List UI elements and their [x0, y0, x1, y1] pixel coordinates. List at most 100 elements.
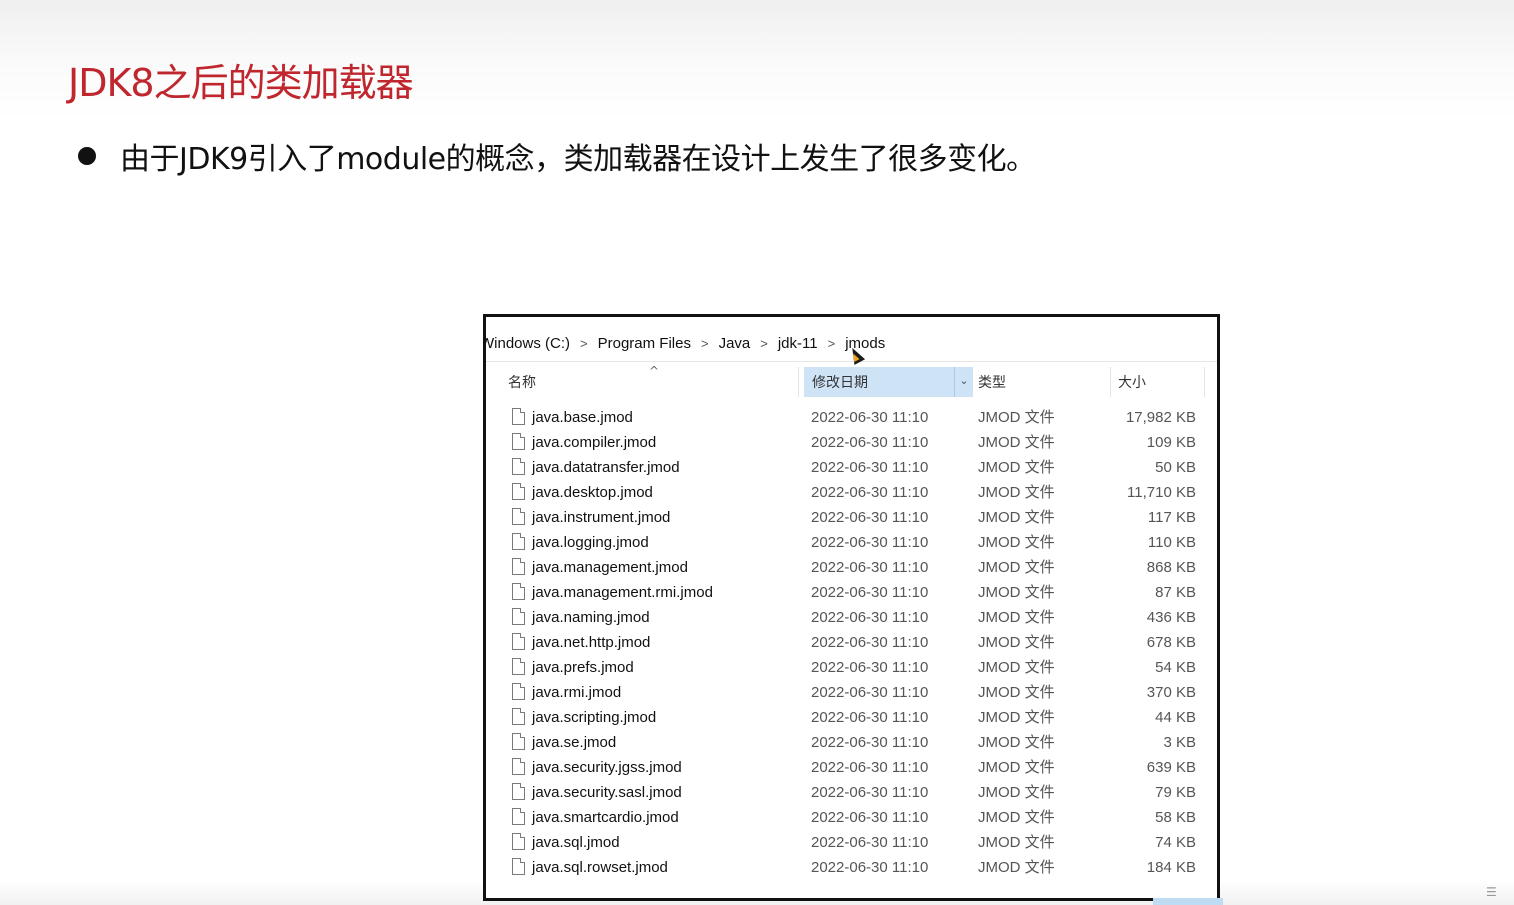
file-name: java.base.jmod: [532, 409, 633, 426]
file-row[interactable]: java.management.rmi.jmod 2022-06-30 11:10…: [486, 580, 1217, 605]
file-size: 109 KB: [1146, 434, 1196, 451]
bullet-text: 由于JDK9引入了module的概念，类加载器在设计上发生了很多变化。: [120, 142, 1036, 177]
file-row[interactable]: java.desktop.jmod 2022-06-30 11:10 JMOD 文件…: [486, 480, 1217, 505]
column-header-size[interactable]: 大小: [1118, 367, 1204, 397]
file-name: java.management.rmi.jmod: [532, 584, 713, 601]
file-icon: [512, 608, 525, 625]
file-date: 2022-06-30 11:10: [811, 409, 929, 426]
file-name: java.rmi.jmod: [532, 684, 622, 701]
chevron-right-icon: >: [827, 335, 836, 351]
file-type: JMOD 文件: [978, 434, 1055, 451]
file-icon: [512, 708, 525, 725]
file-row[interactable]: java.management.jmod 2022-06-30 11:10 JMOD…: [486, 555, 1217, 580]
menu-lines-icon[interactable]: ☰: [1486, 885, 1506, 899]
file-row[interactable]: java.se.jmod 2022-06-30 11:10 JMOD 文件 3 KB: [486, 730, 1217, 755]
file-size: 58 KB: [1155, 809, 1196, 826]
file-name: java.sql.rowset.jmod: [532, 859, 668, 876]
file-type: JMOD 文件: [978, 834, 1055, 851]
chevron-right-icon: >: [760, 335, 768, 351]
file-icon: [512, 433, 525, 450]
file-icon: [512, 483, 525, 500]
file-date: 2022-06-30 11:10: [811, 559, 929, 576]
file-row[interactable]: java.logging.jmod 2022-06-30 11:10 JMOD 文件…: [486, 530, 1217, 555]
column-header-type[interactable]: 类型: [978, 367, 1108, 397]
file-icon: [512, 683, 525, 700]
file-row[interactable]: java.prefs.jmod 2022-06-30 11:10 JMOD 文件 54…: [486, 655, 1217, 680]
breadcrumb-drive[interactable]: Windows (C:): [486, 335, 570, 352]
file-row[interactable]: java.scripting.jmod 2022-06-30 11:10 JMOD …: [486, 705, 1217, 730]
file-size: 678 KB: [1146, 634, 1196, 651]
column-divider[interactable]: [1204, 367, 1205, 397]
file-date: 2022-06-30 11:10: [811, 734, 929, 751]
file-type: JMOD 文件: [978, 409, 1055, 426]
file-date: 2022-06-30 11:10: [811, 584, 929, 601]
file-row[interactable]: java.naming.jmod 2022-06-30 11:10 JMOD 文件 4…: [486, 605, 1217, 630]
file-row[interactable]: java.base.jmod 2022-06-30 11:10 JMOD 文件 17,…: [486, 405, 1217, 430]
file-icon: [512, 508, 525, 525]
file-date: 2022-06-30 11:10: [811, 509, 929, 526]
file-icon: [512, 408, 525, 425]
file-type: JMOD 文件: [978, 584, 1055, 601]
file-name: java.naming.jmod: [532, 609, 650, 626]
file-date: 2022-06-30 11:10: [811, 484, 929, 501]
file-type: JMOD 文件: [978, 859, 1055, 876]
file-date: 2022-06-30 11:10: [811, 784, 929, 801]
bullet-dot-icon: [78, 147, 96, 165]
breadcrumb-program-files[interactable]: Program Files: [598, 335, 691, 352]
file-size: 79 KB: [1155, 784, 1196, 801]
file-size: 184 KB: [1146, 859, 1196, 876]
file-icon: [512, 783, 525, 800]
file-row[interactable]: java.net.http.jmod 2022-06-30 11:10 JMOD 文…: [486, 630, 1217, 655]
column-divider[interactable]: [1110, 367, 1111, 397]
file-size: 17,982 KB: [1125, 409, 1196, 426]
slide-title: JDK8之后的类加载器: [68, 61, 414, 105]
file-row[interactable]: java.instrument.jmod 2022-06-30 11:10 JMOD…: [486, 505, 1217, 530]
file-name: java.security.jgss.jmod: [532, 759, 682, 776]
file-size: 117 KB: [1147, 509, 1196, 526]
chevron-down-icon[interactable]: ⌄: [954, 367, 973, 397]
file-type: JMOD 文件: [978, 484, 1055, 501]
sort-up-icon: ^: [649, 364, 660, 378]
file-type: JMOD 文件: [978, 759, 1055, 776]
file-name: java.se.jmod: [532, 734, 617, 751]
bullet-item: 由于JDK9引入了module的概念，类加载器在设计上发生了很多变化。: [78, 136, 1036, 177]
file-date: 2022-06-30 11:10: [811, 459, 929, 476]
file-row[interactable]: java.compiler.jmod 2022-06-30 11:10 JMOD 文…: [486, 430, 1217, 455]
file-name: java.prefs.jmod: [532, 659, 634, 676]
file-row[interactable]: java.datatransfer.jmod 2022-06-30 11:10 JM…: [486, 455, 1217, 480]
file-row[interactable]: java.rmi.jmod 2022-06-30 11:10 JMOD 文件 370 …: [486, 680, 1217, 705]
file-type: JMOD 文件: [978, 809, 1055, 826]
file-date: 2022-06-30 11:10: [811, 634, 929, 651]
file-icon: [512, 858, 525, 875]
file-date: 2022-06-30 11:10: [811, 609, 929, 626]
file-row[interactable]: java.smartcardio.jmod 2022-06-30 11:10 JMO…: [486, 805, 1217, 830]
file-type: JMOD 文件: [978, 634, 1055, 651]
file-size: 87 KB: [1155, 584, 1196, 601]
file-date: 2022-06-30 11:10: [811, 534, 929, 551]
file-row[interactable]: java.sql.rowset.jmod 2022-06-30 11:10 JMOD…: [486, 855, 1217, 880]
file-size: 54 KB: [1155, 659, 1196, 676]
file-name: java.sql.jmod: [532, 834, 620, 851]
file-type: JMOD 文件: [978, 559, 1055, 576]
file-icon: [512, 458, 525, 475]
column-header-date[interactable]: 修改日期: [804, 367, 954, 397]
file-explorer-screenshot: Windows (C:) > Program Files > Java > jd…: [483, 314, 1220, 901]
file-icon: [512, 733, 525, 750]
file-name: java.logging.jmod: [532, 534, 649, 551]
file-icon: [512, 833, 525, 850]
file-type: JMOD 文件: [978, 734, 1055, 751]
file-row[interactable]: java.security.jgss.jmod 2022-06-30 11:10 J…: [486, 755, 1217, 780]
chevron-right-icon: >: [700, 335, 709, 351]
file-row[interactable]: java.security.sasl.jmod 2022-06-30 11:10 J…: [486, 780, 1217, 805]
breadcrumb-jdk[interactable]: jdk-11: [778, 335, 818, 352]
file-size: 3 KB: [1163, 734, 1196, 751]
file-type: JMOD 文件: [978, 459, 1055, 476]
file-date: 2022-06-30 11:10: [811, 834, 929, 851]
breadcrumb-java[interactable]: Java: [719, 335, 751, 352]
file-name: java.scripting.jmod: [532, 709, 657, 726]
file-name: java.smartcardio.jmod: [532, 809, 679, 826]
file-row[interactable]: java.sql.jmod 2022-06-30 11:10 JMOD 文件 74 K…: [486, 830, 1217, 855]
file-icon: [512, 533, 525, 550]
file-type: JMOD 文件: [978, 534, 1055, 551]
column-divider[interactable]: [798, 367, 799, 397]
